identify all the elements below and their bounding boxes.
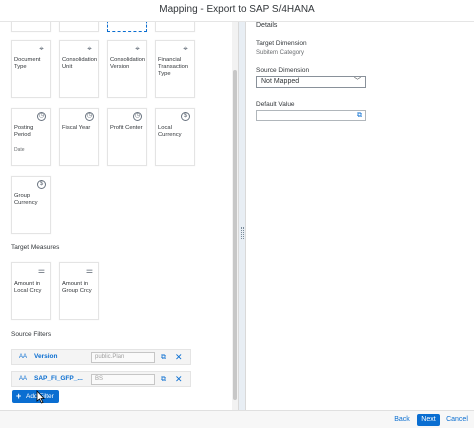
card-label: Consolidation Unit bbox=[62, 57, 98, 70]
dimension-card-profit-center[interactable]: ◷ Profit Center bbox=[107, 108, 147, 166]
scrollbar-thumb[interactable] bbox=[233, 70, 237, 400]
target-dimension-label: Target Dimension bbox=[256, 40, 307, 47]
filter-value-field[interactable]: public.Plan bbox=[91, 352, 155, 363]
target-measures-heading: Target Measures bbox=[11, 244, 60, 251]
card-label: Consolidation Version bbox=[110, 57, 146, 70]
partial-card-2[interactable] bbox=[59, 22, 99, 32]
dollar-icon: $ bbox=[181, 112, 190, 121]
dollar-icon: $ bbox=[37, 180, 46, 189]
dimension-card-fiscal-year[interactable]: ◷ Fiscal Year bbox=[59, 108, 99, 166]
partial-card-4[interactable] bbox=[155, 22, 195, 32]
plus-icon: + bbox=[16, 391, 22, 401]
filter-value-field[interactable]: BS bbox=[91, 374, 155, 385]
dimension-card-posting-period[interactable]: ◷ Posting Period Date bbox=[11, 108, 51, 166]
dimension-card-document-type[interactable]: ⌖ Document Type bbox=[11, 40, 51, 98]
copy-icon[interactable]: ⧉ bbox=[161, 375, 170, 384]
measure-card-local-crcy[interactable]: ⚌ Amount in Local Crcy bbox=[11, 262, 51, 320]
dimension-card-financial-transaction-type[interactable]: ⌖ Financial Transaction Type bbox=[155, 40, 195, 98]
card-label: Posting Period bbox=[14, 125, 34, 138]
mapping-canvas: ⌖ Document Type ⌖ Consolidation Unit ⌖ C… bbox=[0, 22, 232, 410]
default-value-input[interactable]: ⧉ bbox=[256, 110, 366, 121]
source-dimension-select[interactable]: Not Mapped ﹀ bbox=[256, 76, 366, 88]
hierarchy-icon: ⌖ bbox=[87, 44, 92, 53]
card-label: Fiscal Year bbox=[62, 125, 91, 131]
source-filter-row[interactable]: AA SAP_FI_GFP_... BS ⧉ ✕ bbox=[11, 371, 191, 387]
card-label: Group Currency bbox=[14, 193, 38, 206]
dimension-card-local-currency[interactable]: $ Local Currency bbox=[155, 108, 195, 166]
back-button[interactable]: Back bbox=[391, 414, 413, 426]
default-value-label: Default Value bbox=[256, 101, 295, 108]
hierarchy-icon: ⌖ bbox=[183, 44, 188, 53]
partial-card-1[interactable] bbox=[11, 22, 51, 32]
card-label: Amount in Group Crcy bbox=[62, 281, 92, 294]
dimension-card-consolidation-unit[interactable]: ⌖ Consolidation Unit bbox=[59, 40, 99, 98]
details-heading: Details bbox=[256, 22, 278, 29]
source-dimension-label: Source Dimension bbox=[256, 67, 310, 74]
target-dimension-value: Subitem Category bbox=[256, 50, 305, 56]
clock-icon: ◷ bbox=[37, 112, 46, 121]
source-filter-row[interactable]: AA Version public.Plan ⧉ ✕ bbox=[11, 349, 191, 365]
title-bar: Mapping - Export to SAP S/4HANA bbox=[0, 0, 474, 22]
hierarchy-icon: ⌖ bbox=[39, 44, 44, 53]
card-label: Document Type bbox=[14, 57, 41, 70]
close-icon[interactable]: ✕ bbox=[175, 374, 184, 384]
value-help-icon[interactable]: ⧉ bbox=[357, 112, 362, 120]
text-type-icon: AA bbox=[19, 376, 28, 382]
dialog-footer: Back Next Cancel bbox=[0, 410, 474, 428]
measure-icon: ⚌ bbox=[85, 266, 94, 275]
close-icon[interactable]: ✕ bbox=[175, 352, 184, 362]
dimension-card-consolidation-version[interactable]: ⌖ Consolidation Version bbox=[107, 40, 147, 98]
clock-icon: ◷ bbox=[85, 112, 94, 121]
filter-name[interactable]: SAP_FI_GFP_... bbox=[34, 375, 83, 382]
card-label: Financial Transaction Type bbox=[158, 57, 189, 77]
dialog-title: Mapping - Export to SAP S/4HANA bbox=[159, 4, 315, 15]
chevron-down-icon[interactable]: ﹀ bbox=[354, 77, 361, 87]
dimension-card-group-currency[interactable]: $ Group Currency bbox=[11, 176, 51, 234]
pane-splitter[interactable] bbox=[238, 22, 246, 410]
cancel-button[interactable]: Cancel bbox=[444, 414, 470, 426]
source-dimension-selected: Not Mapped bbox=[261, 78, 300, 85]
clock-icon: ◷ bbox=[133, 112, 142, 121]
details-panel: Details Target Dimension Subitem Categor… bbox=[246, 22, 474, 410]
mouse-pointer-icon bbox=[36, 390, 45, 404]
mapping-dialog: Mapping - Export to SAP S/4HANA ⌖ Docume… bbox=[0, 0, 474, 428]
partial-card-selected[interactable] bbox=[107, 22, 147, 32]
filter-name[interactable]: Version bbox=[34, 353, 57, 360]
next-button[interactable]: Next bbox=[417, 414, 440, 426]
splitter-grip-icon[interactable] bbox=[241, 227, 244, 239]
card-label: Local Currency bbox=[158, 125, 182, 138]
source-filters-heading: Source Filters bbox=[11, 331, 52, 338]
card-label: Profit Center bbox=[110, 125, 143, 131]
text-type-icon: AA bbox=[19, 354, 28, 360]
card-sublabel: Date bbox=[14, 147, 25, 153]
hierarchy-icon: ⌖ bbox=[135, 44, 140, 53]
measure-card-group-crcy[interactable]: ⚌ Amount in Group Crcy bbox=[59, 262, 99, 320]
card-label: Amount in Local Crcy bbox=[14, 281, 42, 294]
measure-icon: ⚌ bbox=[37, 266, 46, 275]
copy-icon[interactable]: ⧉ bbox=[161, 353, 170, 362]
